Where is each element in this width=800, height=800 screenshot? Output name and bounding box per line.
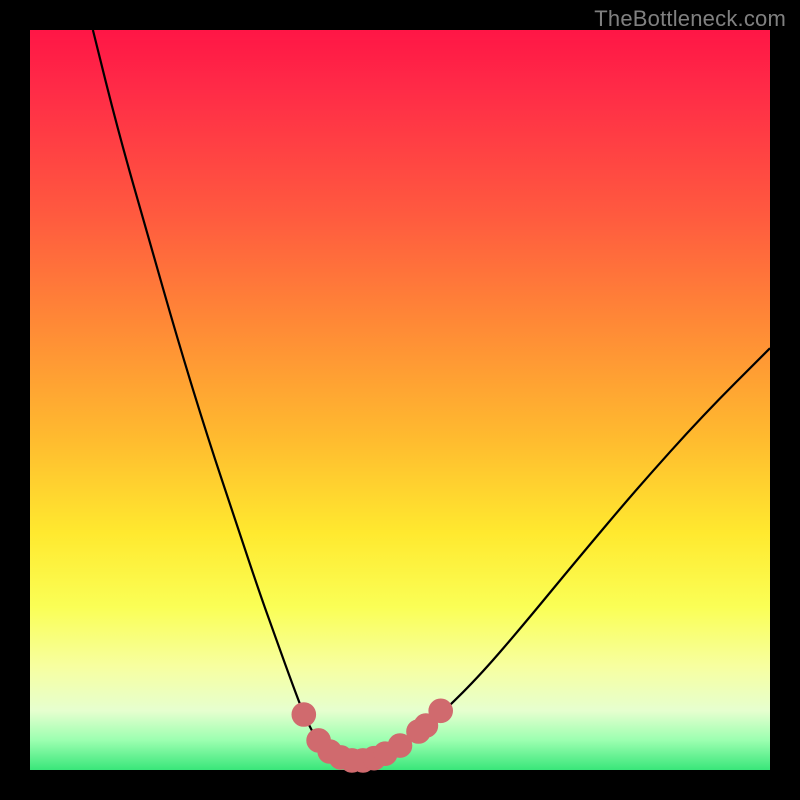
data-marker <box>292 703 316 727</box>
data-markers <box>292 699 453 772</box>
chart-svg <box>30 30 770 770</box>
bottleneck-curve <box>93 30 770 761</box>
data-marker <box>429 699 453 723</box>
watermark-text: TheBottleneck.com <box>594 6 786 32</box>
chart-frame: TheBottleneck.com <box>0 0 800 800</box>
plot-area <box>30 30 770 770</box>
